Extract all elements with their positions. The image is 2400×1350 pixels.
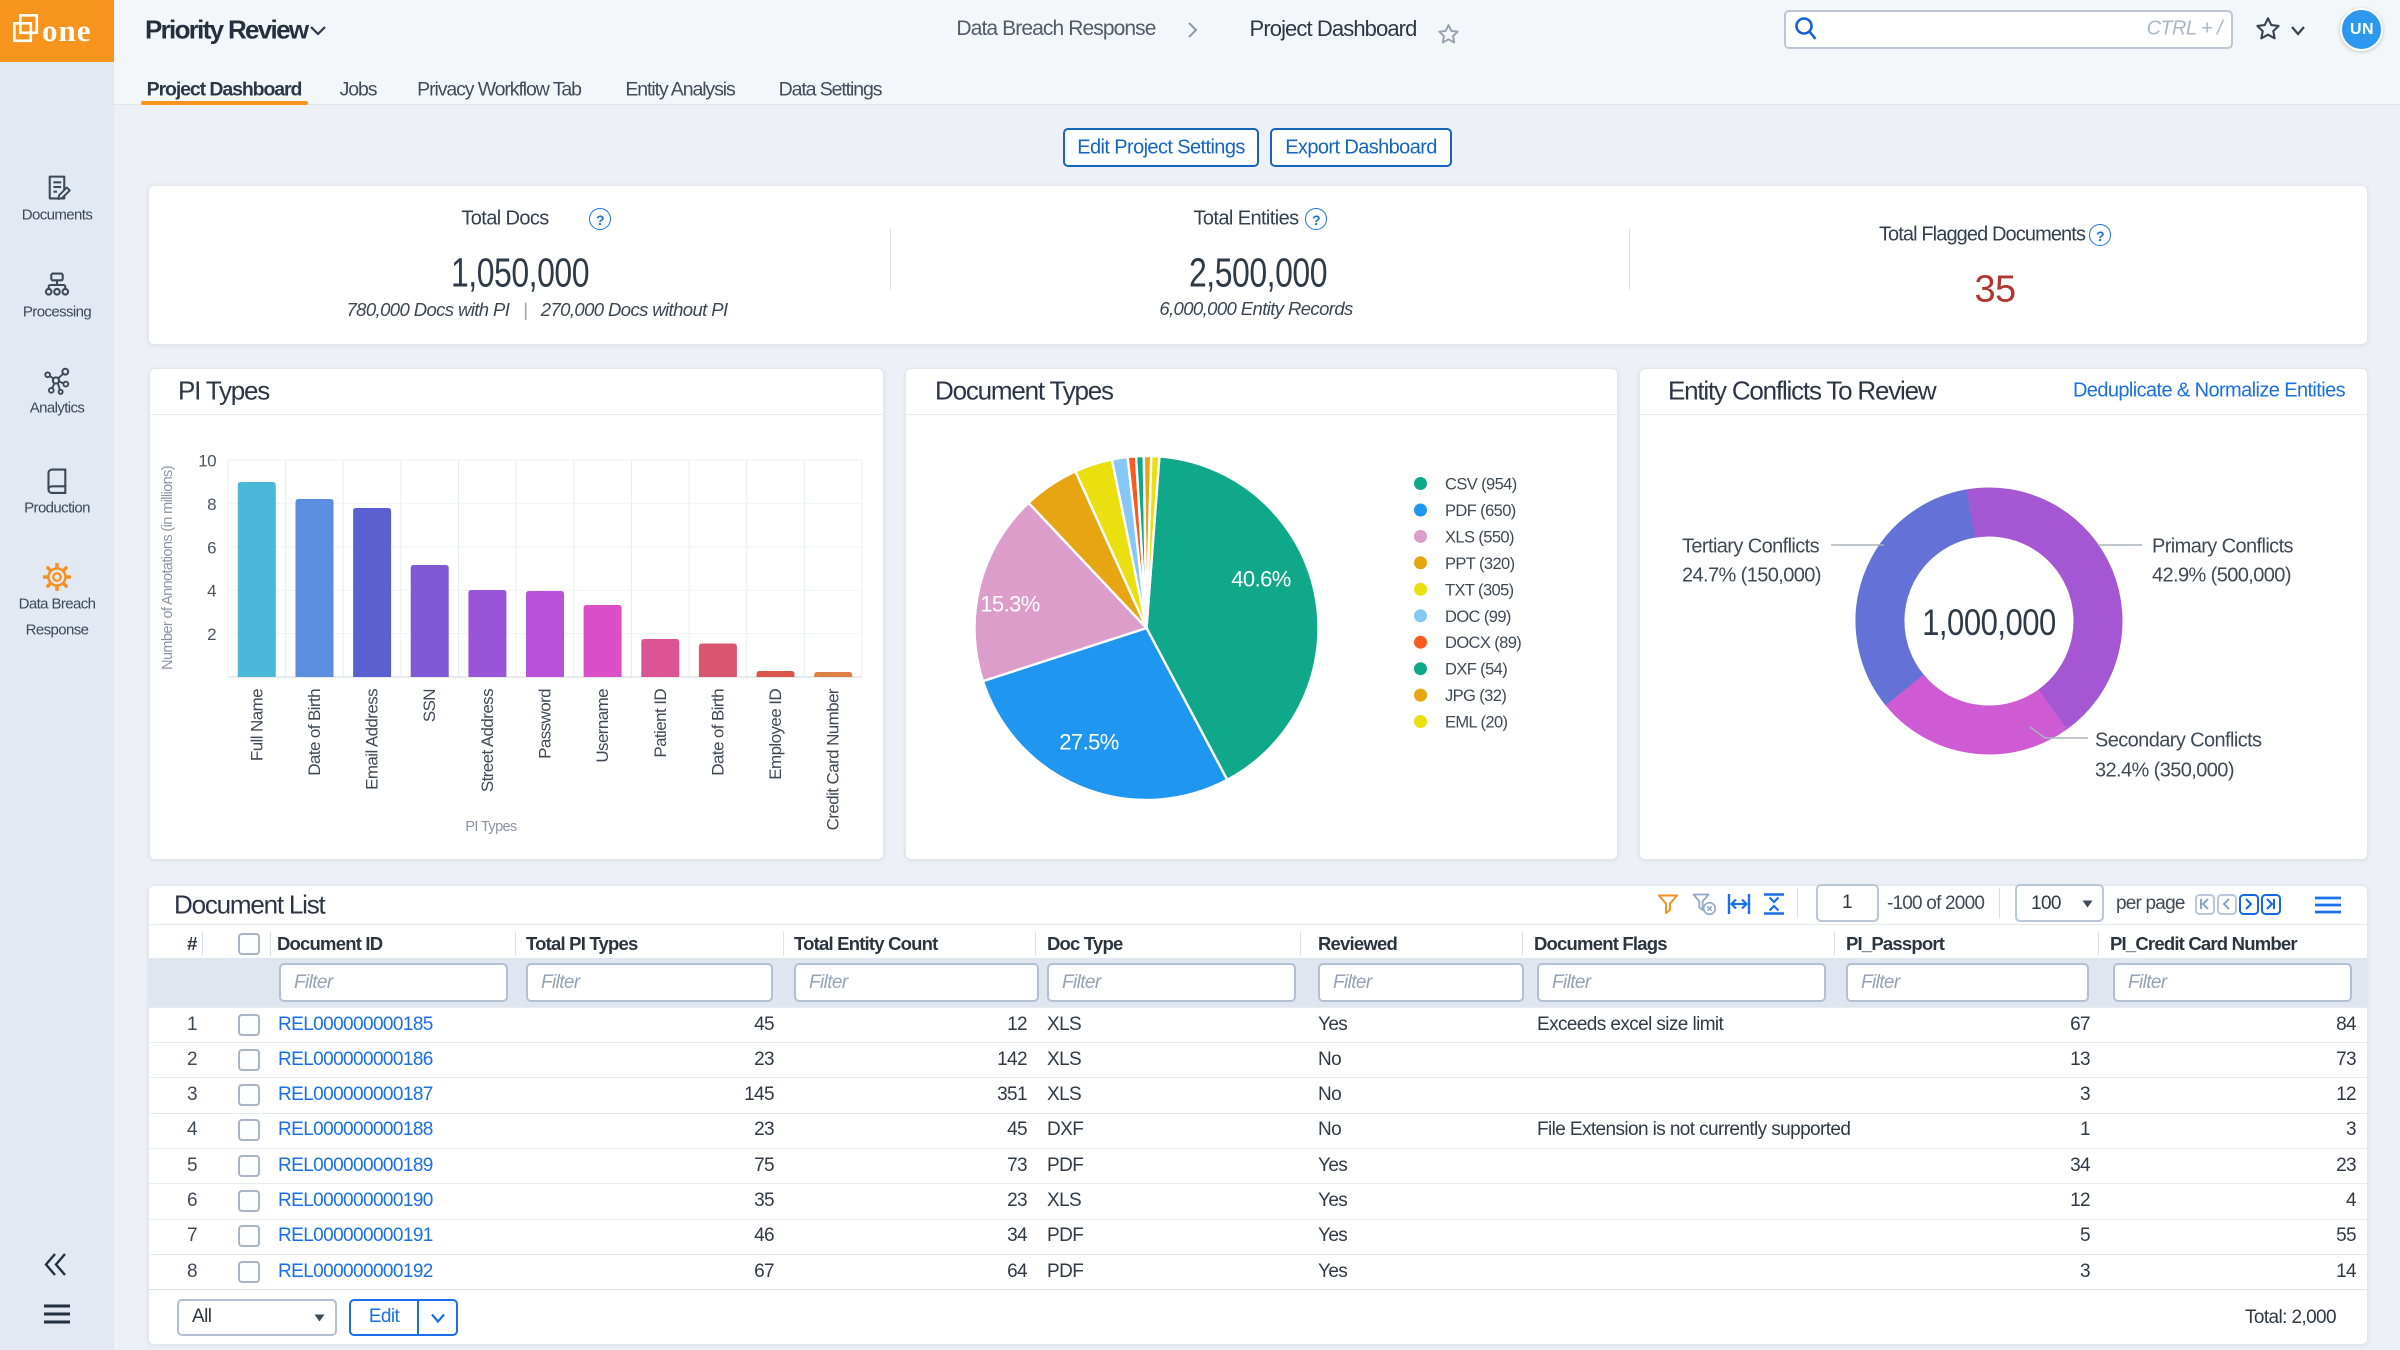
svg-text:PPT (320): PPT (320) xyxy=(1445,555,1515,573)
svg-text:EML (20): EML (20) xyxy=(1445,714,1508,732)
svg-text:4: 4 xyxy=(207,582,216,601)
svg-text:Employee ID: Employee ID xyxy=(766,689,785,780)
svg-text:Date of Birth: Date of Birth xyxy=(305,689,324,776)
svg-text:Password: Password xyxy=(536,689,555,759)
svg-text:Username: Username xyxy=(593,689,612,763)
svg-text:Patient ID: Patient ID xyxy=(651,689,670,758)
svg-text:SSN: SSN xyxy=(420,689,439,722)
svg-text:Number of Annotations (in mill: Number of Annotations (in millions) xyxy=(160,466,176,670)
svg-text:JPG (32): JPG (32) xyxy=(1445,687,1506,705)
svg-text:6: 6 xyxy=(207,538,216,557)
svg-text:DOC (99): DOC (99) xyxy=(1445,608,1511,626)
svg-text:Credit Card Number: Credit Card Number xyxy=(824,688,843,830)
svg-text:8: 8 xyxy=(207,495,216,514)
svg-text:27.5%: 27.5% xyxy=(1059,730,1118,755)
svg-text:Email Address: Email Address xyxy=(363,689,382,790)
svg-text:2: 2 xyxy=(207,625,216,644)
svg-text:DXF (54): DXF (54) xyxy=(1445,661,1507,679)
svg-text:Street Address: Street Address xyxy=(478,689,497,792)
svg-text:10: 10 xyxy=(198,452,216,471)
svg-text:XLS (550): XLS (550) xyxy=(1445,528,1514,546)
svg-text:TXT (305): TXT (305) xyxy=(1445,581,1514,599)
svg-text:DOCX (89): DOCX (89) xyxy=(1445,634,1521,652)
svg-text:Full Name: Full Name xyxy=(247,689,266,761)
svg-text:PI Types: PI Types xyxy=(465,819,517,835)
svg-text:1,000,000: 1,000,000 xyxy=(1922,602,2056,643)
svg-text:Date of Birth: Date of Birth xyxy=(708,689,727,776)
svg-text:15.3%: 15.3% xyxy=(980,592,1039,617)
svg-text:PDF (650): PDF (650) xyxy=(1445,502,1516,520)
svg-text:CSV (954): CSV (954) xyxy=(1445,476,1517,494)
svg-text:40.6%: 40.6% xyxy=(1231,567,1290,592)
